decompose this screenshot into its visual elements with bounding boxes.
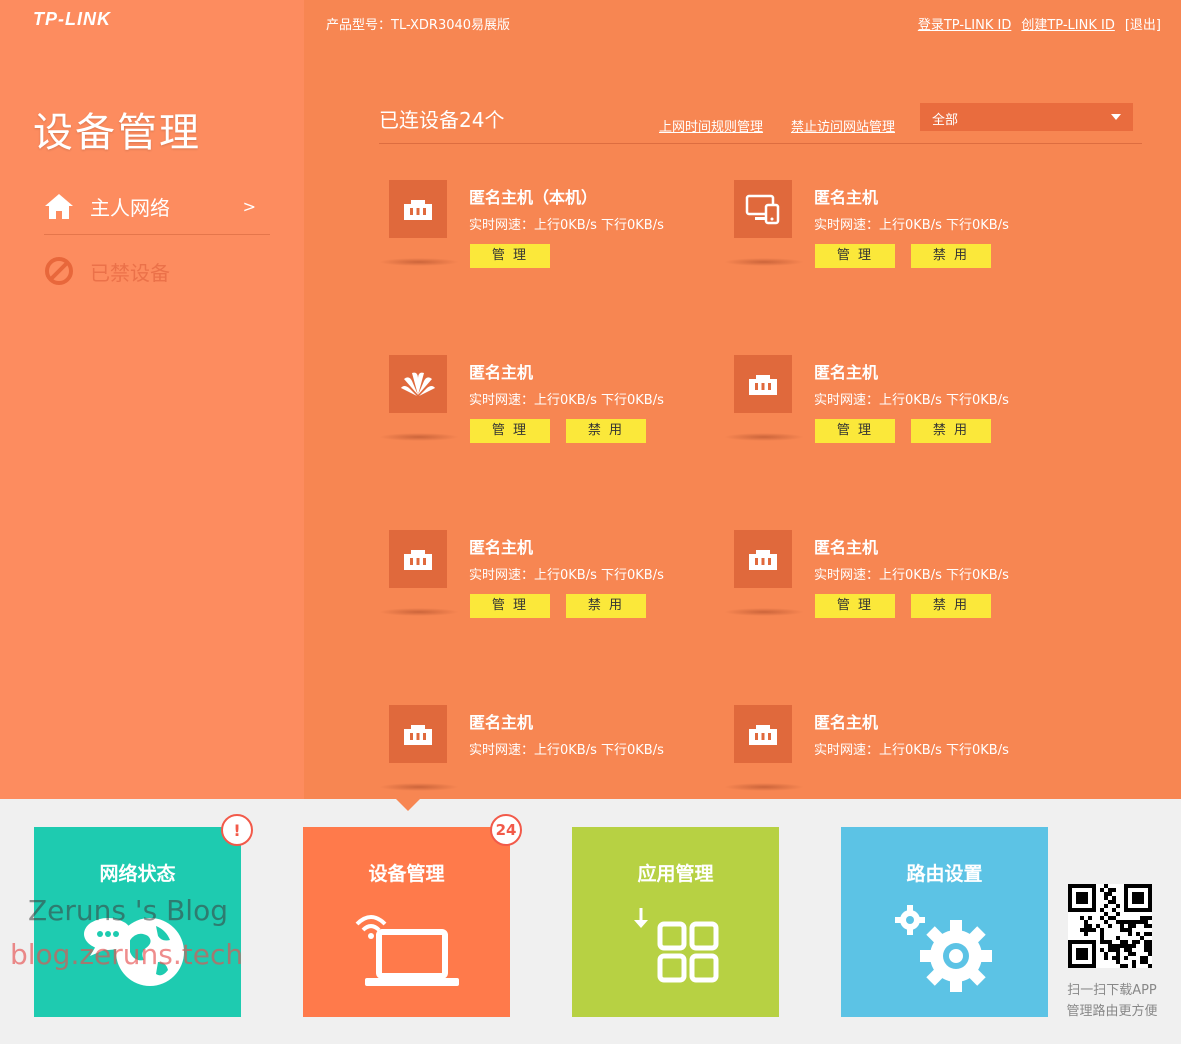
product-model: 产品型号：TL-XDR3040易展版 [326, 18, 511, 33]
chevron-right-icon: > [242, 196, 256, 216]
home-icon [44, 191, 74, 221]
manage-button[interactable]: 管 理 [815, 244, 895, 268]
device-count: 已连设备24个 [379, 108, 505, 132]
logout-link[interactable]: [退出] [1125, 14, 1161, 33]
filter-value: 全部 [932, 113, 959, 128]
icon-shadow [379, 783, 459, 791]
block-icon [44, 256, 74, 286]
manage-button[interactable]: 管 理 [470, 419, 550, 443]
device-speed: 实时网速：上行0KB/s 下行0KB/s [814, 743, 1009, 758]
tile-device-management[interactable]: 设备管理 [303, 827, 510, 1017]
device-name: 匿名主机 [469, 363, 534, 382]
sidebar-item-label: 主人网络 [90, 195, 170, 220]
device-speed: 实时网速：上行0KB/s 下行0KB/s [814, 568, 1009, 583]
create-id-link[interactable]: 创建TP-LINK ID [1021, 14, 1115, 33]
device-card: 匿名主机实时网速：上行0KB/s 下行0KB/s 管 理禁 用 [724, 355, 1044, 455]
device-card: 匿名主机（本机） 实时网速：上行0KB/s 下行0KB/s 管 理 [379, 180, 699, 280]
ethernet-icon [389, 530, 447, 588]
device-card: 匿名主机实时网速：上行0KB/s 下行0KB/s [724, 705, 1044, 799]
tile-label: 网络状态 [99, 863, 176, 885]
divider [379, 143, 1142, 144]
disable-button[interactable]: 禁 用 [911, 419, 991, 443]
icon-shadow [379, 433, 459, 441]
device-speed: 实时网速：上行0KB/s 下行0KB/s [469, 568, 664, 583]
device-speed: 实时网速：上行0KB/s 下行0KB/s [469, 218, 664, 233]
sidebar-item-label: 已禁设备 [90, 260, 170, 285]
qr-caption-line: 管理路由更方便 [1066, 1004, 1158, 1019]
divider [44, 234, 270, 235]
device-name: 匿名主机（本机） [469, 188, 598, 207]
device-card: 匿名主机实时网速：上行0KB/s 下行0KB/s 管 理禁 用 [379, 355, 699, 455]
login-link[interactable]: 登录TP-LINK ID [918, 14, 1012, 33]
page-title: 设备管理 [33, 110, 201, 156]
tile-label: 路由设置 [906, 863, 983, 885]
active-tile-pointer [396, 799, 420, 811]
gears-icon [841, 897, 1048, 997]
ethernet-icon [389, 705, 447, 763]
ethernet-icon [734, 355, 792, 413]
tp-link-logo: TP-LINK [33, 9, 111, 29]
manage-button[interactable]: 管 理 [815, 419, 895, 443]
sidebar-item-host-network[interactable]: 主人网络 > [44, 186, 270, 226]
alert-badge: ! [221, 814, 253, 846]
device-card: 匿名主机实时网速：上行0KB/s 下行0KB/s 管 理禁 用 [724, 530, 1044, 630]
sidebar: TP-LINK 设备管理 主人网络 > 已禁设备 [0, 0, 304, 799]
tile-router-settings[interactable]: 路由设置 [841, 827, 1048, 1017]
ethernet-icon [389, 180, 447, 238]
laptop-wifi-icon [303, 897, 510, 997]
tile-app-management[interactable]: 应用管理 [572, 827, 779, 1017]
account-links: 登录TP-LINK ID 创建TP-LINK ID [退出] [918, 14, 1161, 33]
sidebar-item-blocked-devices[interactable]: 已禁设备 [44, 251, 170, 291]
ethernet-icon [734, 705, 792, 763]
disable-button[interactable]: 禁 用 [566, 594, 646, 618]
manage-button[interactable]: 管 理 [815, 594, 895, 618]
chevron-down-icon [1111, 114, 1121, 120]
ethernet-icon [734, 530, 792, 588]
icon-shadow [379, 608, 459, 616]
device-count-badge: 24 [490, 814, 522, 846]
device-speed: 实时网速：上行0KB/s 下行0KB/s [469, 743, 664, 758]
device-name: 匿名主机 [469, 538, 534, 557]
main-panel: 产品型号：TL-XDR3040易展版 登录TP-LINK ID 创建TP-LIN… [304, 0, 1181, 799]
tile-label: 设备管理 [368, 863, 445, 885]
disable-button[interactable]: 禁 用 [566, 419, 646, 443]
qr-code-image [1068, 884, 1152, 968]
device-speed: 实时网速：上行0KB/s 下行0KB/s [469, 393, 664, 408]
qr-caption: 扫一扫下载APP 管理路由更方便 [1060, 980, 1164, 1022]
icon-shadow [724, 433, 804, 441]
device-filter-select[interactable]: 全部 [920, 103, 1133, 131]
apps-download-icon [572, 897, 779, 997]
icon-shadow [724, 783, 804, 791]
device-card: 匿名主机实时网速：上行0KB/s 下行0KB/s 管 理禁 用 [379, 530, 699, 630]
watermark-blog-name: Zeruns 's Blog [28, 894, 228, 927]
disable-button[interactable]: 禁 用 [911, 244, 991, 268]
device-name: 匿名主机 [814, 363, 879, 382]
disable-button[interactable]: 禁 用 [911, 594, 991, 618]
device-card: 匿名主机实时网速：上行0KB/s 下行0KB/s [379, 705, 699, 799]
app-qr-code [1068, 884, 1152, 968]
huawei-icon [389, 355, 447, 413]
device-speed: 实时网速：上行0KB/s 下行0KB/s [814, 218, 1009, 233]
device-name: 匿名主机 [814, 713, 879, 732]
tile-label: 应用管理 [637, 863, 714, 885]
icon-shadow [724, 608, 804, 616]
device-name: 匿名主机 [469, 713, 534, 732]
device-speed: 实时网速：上行0KB/s 下行0KB/s [814, 393, 1009, 408]
manage-button[interactable]: 管 理 [470, 594, 550, 618]
time-rule-link[interactable]: 上网时间规则管理 [659, 116, 763, 135]
device-card: 匿名主机实时网速：上行0KB/s 下行0KB/s 管 理禁 用 [724, 180, 1044, 280]
icon-shadow [724, 258, 804, 266]
watermark-blog-url: blog.zeruns.tech [10, 938, 244, 971]
device-name: 匿名主机 [814, 538, 879, 557]
device-name: 匿名主机 [814, 188, 879, 207]
manage-button[interactable]: 管 理 [470, 244, 550, 268]
blocked-sites-link[interactable]: 禁止访问网站管理 [791, 116, 895, 135]
qr-caption-line: 扫一扫下载APP [1067, 983, 1157, 998]
icon-shadow [379, 258, 459, 266]
pc-phone-icon [734, 180, 792, 238]
